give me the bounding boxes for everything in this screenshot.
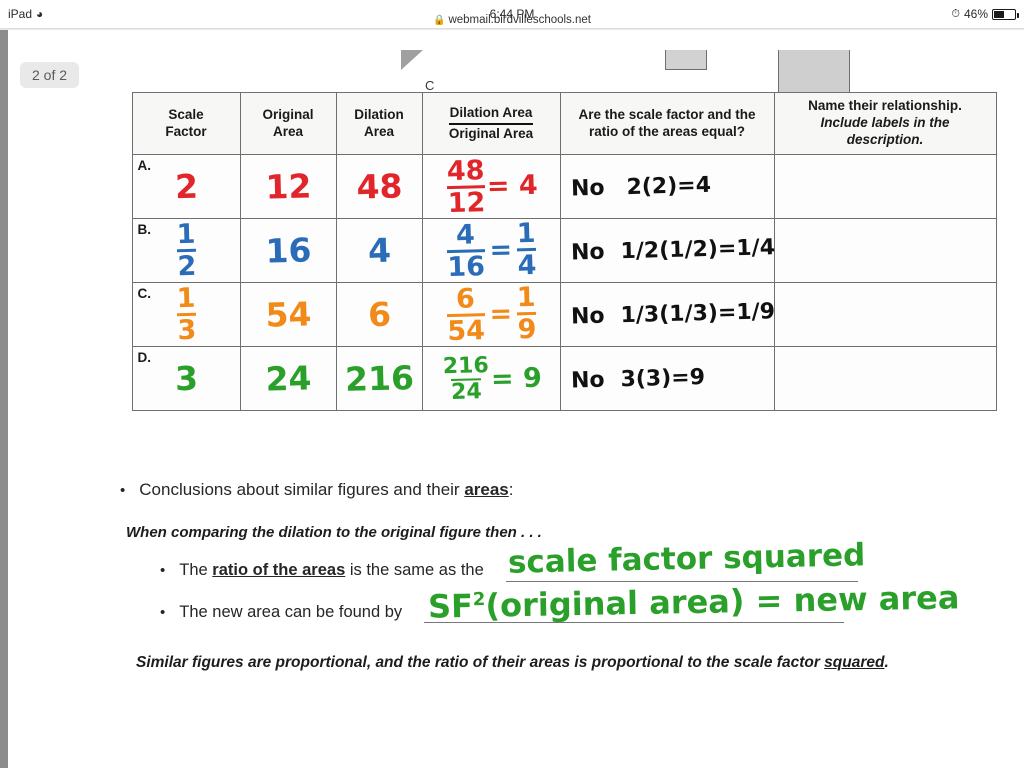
cell-a-dilation-area[interactable]: 48 — [335, 154, 423, 219]
bullet-icon: • — [160, 604, 166, 621]
hw-b-scale-factor: 12 — [175, 218, 197, 283]
page-indicator-badge: 2 of 2 — [20, 62, 80, 88]
cell-c-original-area[interactable]: 54 — [239, 282, 337, 347]
cell-a-equal-answer[interactable]: No 2(2)=4 — [559, 154, 775, 219]
row-letter-cell-b — [88, 219, 132, 283]
hw-a-scale-factor: 2 — [174, 166, 198, 207]
row-letter-cell-d — [88, 347, 132, 411]
hw-a-dilation-area: 48 — [355, 166, 403, 207]
conclusions-heading-text: Conclusions about similar figures and th… — [139, 480, 514, 499]
clipped-small-rectangle-figure — [665, 50, 707, 70]
cell-c-relationship[interactable] — [773, 282, 997, 347]
cell-b-relationship[interactable] — [773, 218, 997, 283]
header-corner-blank — [88, 93, 132, 155]
browser-url-bar[interactable]: 🔒 webmail.birdvilleschools.net — [0, 14, 1024, 26]
cell-c-ratio[interactable]: 6 54 = 19 — [421, 281, 561, 348]
table-header-row: Scale Factor Original Area Dilation Area… — [88, 92, 997, 155]
url-text: webmail.birdvilleschools.net — [448, 14, 591, 26]
document-canvas: 2 of 2 C Scale Factor Original Area Dila… — [8, 30, 1024, 768]
hw-c-original-area: 54 — [264, 294, 312, 335]
conclusion-item-ratio-text: The ratio of the areas is the same as th… — [179, 561, 484, 579]
header-name-relationship: Name their relationship. Include labels … — [773, 92, 997, 155]
hw-b-equal-answer: No 1/2(1/2)=1/4 — [570, 234, 775, 266]
cell-a-scale-factor[interactable]: A. 2 — [131, 154, 241, 219]
hw-a-relationship — [775, 184, 996, 190]
cell-b-original-area[interactable]: 16 — [239, 218, 337, 283]
hw-a-equal-answer: No 2(2)=4 — [570, 172, 711, 202]
cell-a-ratio[interactable]: 48 12 = 4 — [421, 154, 561, 220]
closing-statement: Similar figures are proportional, and th… — [136, 654, 889, 671]
table-row: C. 13 54 6 6 54 = 19 No 1/3(1/3)=1/9 — [88, 281, 997, 348]
hw-d-scale-factor: 3 — [174, 358, 198, 399]
lock-icon: 🔒 — [433, 15, 446, 26]
hw-answer-scale-factor-squared: scale factor squared — [507, 537, 866, 581]
hw-d-relationship — [775, 376, 996, 382]
cell-d-original-area[interactable]: 24 — [239, 346, 337, 411]
table-row: A. 2 12 48 48 12 = 4 No 2(2)=4 — [88, 154, 997, 220]
conclusion-item-new-area: • The new area can be found by — [160, 603, 402, 622]
header-dilation-area: Dilation Area — [335, 92, 423, 155]
hw-c-relationship — [775, 312, 996, 318]
row-letter-cell-a — [88, 155, 132, 219]
cell-d-ratio[interactable]: 216 24 = 9 — [421, 346, 561, 411]
hw-c-scale-factor: 13 — [175, 282, 197, 347]
header-area-ratio-fraction: Dilation Area Original Area — [421, 92, 561, 155]
cell-b-scale-factor[interactable]: B. 12 — [131, 218, 241, 283]
hw-d-dilation-area: 216 — [344, 358, 414, 399]
cell-d-relationship[interactable] — [773, 346, 997, 411]
conclusion-item-new-area-text: The new area can be found by — [179, 603, 403, 621]
cell-c-equal-answer[interactable]: No 1/3(1/3)=1/9 — [559, 282, 775, 347]
header-original-area: Original Area — [239, 92, 337, 155]
cell-c-dilation-area[interactable]: 6 — [335, 282, 423, 347]
cell-b-equal-answer[interactable]: No 1/2(1/2)=1/4 — [559, 218, 775, 283]
bullet-icon: • — [160, 562, 166, 579]
hw-a-ratio: 48 12 = 4 — [445, 155, 538, 220]
cell-a-relationship[interactable] — [773, 154, 997, 219]
left-scroll-gutter[interactable] — [0, 30, 8, 768]
dilation-area-table: Scale Factor Original Area Dilation Area… — [88, 92, 997, 411]
conclusion-item-ratio: • The ratio of the areas is the same as … — [160, 561, 484, 580]
hw-b-ratio: 4 16 = 14 — [446, 217, 537, 284]
bullet-icon: • — [120, 482, 126, 499]
cell-b-ratio[interactable]: 4 16 = 14 — [421, 217, 561, 284]
cell-b-dilation-area[interactable]: 4 — [335, 218, 423, 283]
cell-d-dilation-area[interactable]: 216 — [335, 346, 423, 411]
clipped-triangle-figure — [401, 50, 423, 70]
triangle-label-c: C — [425, 78, 435, 93]
hw-d-equal-answer: No 3(3)=9 — [570, 364, 705, 394]
hw-d-original-area: 24 — [264, 358, 312, 399]
header-scale-factor: Scale Factor — [131, 92, 241, 155]
header-are-equal-question: Are the scale factor and the ratio of th… — [559, 92, 775, 155]
hw-c-dilation-area: 6 — [367, 294, 391, 335]
conclusions-heading: • Conclusions about similar figures and … — [120, 480, 514, 500]
table-row: D. 3 24 216 216 24 = 9 No 3(3)=9 — [88, 346, 997, 411]
hw-answer-new-area-formula: SF2(original area) = new area — [427, 578, 960, 626]
hw-c-equal-answer: No 1/3(1/3)=1/9 — [570, 298, 775, 330]
table-row: B. 12 16 4 4 16 = 14 No 1/2(1/2)=1/4 — [88, 217, 997, 284]
hw-d-ratio: 216 24 = 9 — [441, 352, 542, 405]
hw-b-relationship — [775, 248, 996, 254]
conclusions-lead-in: When comparing the dilation to the origi… — [126, 524, 542, 541]
hw-b-dilation-area: 4 — [367, 230, 391, 271]
row-letter-cell-c — [88, 283, 132, 347]
cell-d-scale-factor[interactable]: D. 3 — [131, 346, 241, 411]
cell-c-scale-factor[interactable]: C. 13 — [131, 282, 241, 347]
hw-a-original-area: 12 — [264, 166, 312, 207]
hw-c-ratio: 6 54 = 19 — [446, 281, 537, 348]
hw-b-original-area: 16 — [264, 230, 312, 271]
cell-d-equal-answer[interactable]: No 3(3)=9 — [559, 346, 775, 411]
cell-a-original-area[interactable]: 12 — [239, 154, 337, 219]
